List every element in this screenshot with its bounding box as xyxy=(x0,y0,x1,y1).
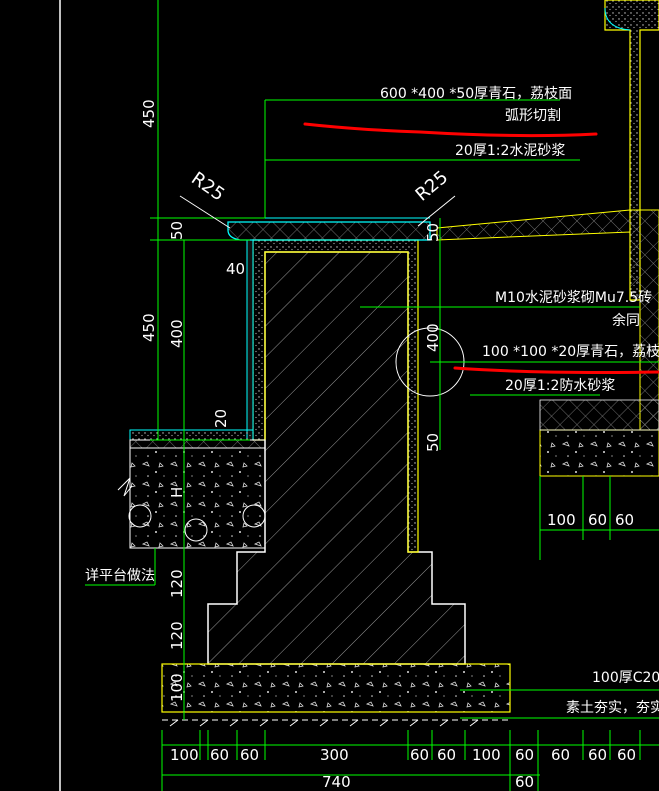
dim-left-120-a: 120 xyxy=(168,569,186,598)
dim-bottom-60-g: 60 xyxy=(617,746,636,764)
annotation-stone-top: 600 *400 *50厚青石，荔枝面 xyxy=(380,86,572,102)
annotation-soil: 素土夯实，夯实系数 xyxy=(566,700,659,716)
dim-right-60-a: 60 xyxy=(588,511,607,529)
dim-right-100: 100 xyxy=(547,511,576,529)
right-platform xyxy=(539,399,659,477)
dim-left-100: 100 xyxy=(168,673,186,702)
annotation-same-as: 余同 xyxy=(612,312,640,329)
annotation-brick-wall: M10水泥砂浆砌Mu7.5砖 xyxy=(495,290,652,306)
dim-right-400: 400 xyxy=(424,323,442,352)
dim-left-400: 400 xyxy=(168,319,186,348)
annotation-waterproof-mortar: 20厚1:2防水砂浆 xyxy=(505,378,615,394)
dim-bottom-60-a: 60 xyxy=(210,746,229,764)
dim-bottom-100-a: 100 xyxy=(170,746,199,764)
dim-bottom-extra: 60 xyxy=(551,746,570,764)
dim-bottom-60-e: 60 xyxy=(515,746,534,764)
dim-bottom-60-d: 60 xyxy=(437,746,456,764)
dim-left-450-mid: 450 xyxy=(140,313,158,342)
cad-drawing: 600 *400 *50厚青石，荔枝面 弧形切割 20厚1:2水泥砂浆 R25 … xyxy=(59,0,659,791)
dim-left-40: 40 xyxy=(226,260,245,278)
dim-bottom-60-b: 60 xyxy=(240,746,259,764)
top-stone-slab xyxy=(227,217,431,241)
dim-bottom-60-f: 60 xyxy=(588,746,607,764)
dim-left-20: 20 xyxy=(212,409,230,428)
annotation-radius-right: R25 xyxy=(412,167,453,206)
dim-right-50-top: 50 xyxy=(424,223,442,242)
dim-bottom-300: 300 xyxy=(320,746,349,764)
compacted-soil xyxy=(162,719,510,727)
dim-bottom-740: 740 xyxy=(322,773,351,791)
dim-right-60-b: 60 xyxy=(615,511,634,529)
dim-left-h: H xyxy=(168,487,186,498)
upper-right-wall xyxy=(436,0,659,431)
annotation-concrete-base: 100厚C20 xyxy=(592,670,659,686)
annotation-platform-ref: 详平台做法 xyxy=(85,568,155,584)
annotation-mortar-top: 20厚1:2水泥砂浆 xyxy=(455,143,565,159)
dim-left-120-b: 120 xyxy=(168,621,186,650)
annotation-arc-cut: 弧形切割 xyxy=(505,107,561,124)
dim-bottom-100-b: 100 xyxy=(472,746,501,764)
left-platform xyxy=(117,429,266,549)
concrete-base xyxy=(161,663,511,713)
annotation-stone-side: 100 *100 *20厚青石，荔枝面 xyxy=(482,344,659,360)
dim-left-50: 50 xyxy=(168,221,186,240)
annotation-radius-left: R25 xyxy=(187,168,228,206)
dim-left-450-top: 450 xyxy=(140,99,158,128)
dim-right-50-bottom: 50 xyxy=(424,433,442,452)
dim-bottom-60-c: 60 xyxy=(410,746,429,764)
dim-bottom-60-under: 60 xyxy=(515,773,534,791)
